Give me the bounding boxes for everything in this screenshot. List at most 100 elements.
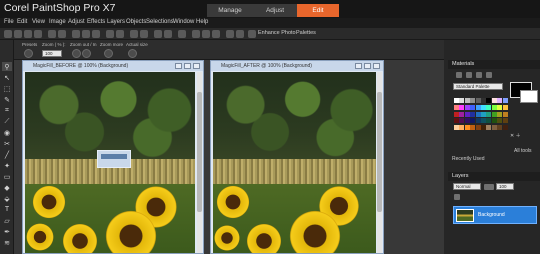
menu-adjust[interactable]: Adjust [68,19,85,25]
all-tools-checkbox[interactable]: All tools [514,148,532,154]
warp-tool-icon[interactable]: ≋ [2,238,12,247]
zoom-out-button[interactable] [72,49,81,58]
red-eye-tool-icon[interactable]: ◉ [2,128,12,137]
color-swatch[interactable] [464,98,470,103]
palette-tab-icon[interactable] [456,72,462,78]
color-swatch[interactable] [497,125,503,131]
color-swatches[interactable] [454,98,508,132]
color-swatch[interactable] [497,118,503,124]
color-swatch[interactable] [464,118,470,124]
color-swatch[interactable] [454,104,459,110]
close-button[interactable] [193,63,200,69]
enhance-photo-icon[interactable] [248,30,256,38]
maximize-button[interactable] [184,63,191,69]
frame-icon[interactable] [202,30,210,38]
save-as-icon[interactable] [34,30,42,38]
palette-select[interactable]: Standard Palette [453,83,503,90]
scrollbar-thumb[interactable] [197,92,202,212]
color-swatch[interactable] [486,118,492,124]
color-swatch[interactable] [459,98,465,103]
straighten-tool-icon[interactable]: ⟋ [2,117,12,126]
rainbow-tab-icon[interactable] [466,72,472,78]
eraser-tool-icon[interactable]: ▭ [2,172,12,181]
color-swatch[interactable] [475,98,481,103]
opacity-slider-icon[interactable] [484,184,494,190]
color-swatch[interactable] [459,111,465,117]
menu-effects[interactable]: Effects [87,19,105,25]
zoom-percent-input[interactable]: 100 [42,50,62,57]
color-swatch[interactable] [497,104,503,110]
color-swatch[interactable] [454,98,459,103]
vertical-scrollbar[interactable] [377,72,382,253]
new-icon[interactable] [4,30,12,38]
actual-size-button[interactable] [128,49,137,58]
view-icon[interactable] [212,30,220,38]
menu-window[interactable]: Window [173,19,194,25]
photo-before[interactable] [25,72,195,253]
redo-icon[interactable] [58,30,66,38]
color-swatch[interactable] [475,125,481,131]
clone-tool-icon[interactable]: ✂ [2,139,12,148]
color-swatch[interactable] [470,125,476,131]
cut-icon[interactable] [72,30,80,38]
crop-tool-icon[interactable]: ⌗ [2,106,12,115]
color-swatch[interactable] [486,98,492,103]
color-swatch[interactable] [470,104,476,110]
resize-icon[interactable] [154,30,162,38]
enhance-photo-button[interactable]: Enhance Photo [258,30,296,36]
color-swatch[interactable] [454,118,459,124]
paste-icon[interactable] [92,30,100,38]
color-swatch[interactable] [464,111,470,117]
document-window-before[interactable]: MagicFill_BEFORE @ 100% (Background) [22,60,204,254]
color-swatch[interactable] [502,98,508,103]
swatches-tab-icon[interactable] [476,72,482,78]
color-swatch[interactable] [486,111,492,117]
rotate-right-icon[interactable] [140,30,148,38]
color-swatch[interactable] [470,118,476,124]
color-swatch[interactable] [470,98,476,103]
color-swatch[interactable] [497,111,503,117]
color-swatch[interactable] [475,118,481,124]
undo-icon[interactable] [48,30,56,38]
scrollbar-thumb[interactable] [377,92,382,212]
copy-icon[interactable] [82,30,90,38]
layer-icon[interactable] [226,30,234,38]
close-button[interactable] [373,63,380,69]
color-swatch[interactable] [464,125,470,131]
color-swatch[interactable] [502,118,508,124]
paint-brush-icon[interactable]: ╱ [2,150,12,159]
canvas-size-icon[interactable] [164,30,172,38]
document-title-bar[interactable]: MagicFill_AFTER @ 100% (Background) [211,61,383,71]
menu-selections[interactable]: Selections [146,19,174,25]
rotate-left-icon[interactable] [130,30,138,38]
color-swatch[interactable] [481,125,486,131]
dodge-tool-icon[interactable]: ✦ [2,161,12,170]
layer-row-background[interactable]: Background [453,206,537,224]
lock-icon[interactable] [454,194,460,200]
shape-tool-icon[interactable]: ▱ [2,216,12,225]
color-swatch[interactable] [454,125,459,131]
presets-button[interactable] [24,49,33,58]
zoom-tool-icon[interactable]: ⚲ [2,62,12,71]
mask-icon[interactable] [236,30,244,38]
zoom-more-button[interactable] [104,49,113,58]
color-swatch[interactable] [502,111,508,117]
menu-edit[interactable]: Edit [17,19,27,25]
open-icon[interactable] [14,30,22,38]
document-window-after[interactable]: MagicFill_AFTER @ 100% (Background) [210,60,384,254]
zoom-in-button[interactable] [82,49,91,58]
menu-image[interactable]: Image [49,19,66,25]
color-swatch[interactable] [497,98,503,103]
minimize-button[interactable] [175,63,182,69]
color-swatch[interactable] [491,111,497,117]
palettes-button[interactable]: Palettes [296,30,316,36]
menu-objects[interactable]: Objects [126,19,146,25]
color-swatch[interactable] [475,104,481,110]
straighten-icon[interactable] [116,30,124,38]
link-icon[interactable] [486,72,492,78]
swap-colors-icon[interactable]: ✕ ＋ [510,132,521,139]
color-swatch[interactable] [464,104,470,110]
menu-layers[interactable]: Layers [107,19,125,25]
color-swatch[interactable] [481,104,486,110]
color-swatch[interactable] [502,104,508,110]
